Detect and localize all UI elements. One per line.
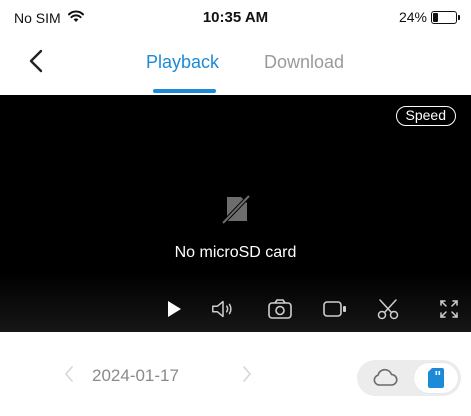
video-player[interactable]: Speed No microSD card: [0, 95, 471, 332]
sd-card-storage-option[interactable]: [414, 363, 458, 393]
camera-icon: [268, 299, 292, 319]
sd-card-off-icon: [221, 194, 250, 225]
tab-download[interactable]: Download: [264, 52, 344, 73]
active-tab-indicator: [153, 89, 216, 93]
status-right: 24%: [398, 9, 460, 25]
play-icon: [168, 301, 181, 317]
scissors-icon: [377, 299, 399, 320]
snapshot-button[interactable]: [267, 296, 293, 322]
clip-button[interactable]: [375, 296, 401, 322]
volume-button[interactable]: [210, 296, 236, 322]
status-bar: No SIM 10:35 AM 24%: [0, 0, 471, 34]
selected-date[interactable]: 2024-01-17: [92, 366, 179, 386]
fullscreen-icon: [440, 300, 458, 318]
play-button[interactable]: [161, 296, 187, 322]
fullscreen-button[interactable]: [436, 296, 462, 322]
next-day-button[interactable]: [240, 364, 254, 384]
no-card-text: No microSD card: [174, 244, 297, 261]
tab-playback[interactable]: Playback: [146, 52, 219, 73]
battery-level: [433, 12, 438, 22]
date-bar: 2024-01-17: [0, 352, 471, 398]
previous-day-button[interactable]: [62, 364, 76, 384]
battery-percent: 24%: [398, 9, 427, 25]
chevron-right-icon: [243, 366, 251, 382]
sd-card-icon: [428, 368, 444, 388]
cloud-icon: [373, 368, 398, 386]
tab-bar: Playback Download: [0, 34, 471, 94]
no-card-message: No microSD card: [0, 193, 471, 262]
chevron-left-icon: [65, 366, 73, 382]
record-button[interactable]: [322, 296, 348, 322]
speed-button[interactable]: Speed: [395, 106, 456, 126]
storage-source-toggle: [357, 360, 461, 396]
player-controls: [0, 282, 471, 332]
cloud-storage-option[interactable]: [363, 363, 407, 393]
volume-icon: [212, 300, 232, 318]
battery-icon: [431, 10, 460, 24]
nav-bar: Playback Download: [0, 34, 471, 94]
record-icon: [323, 301, 346, 317]
